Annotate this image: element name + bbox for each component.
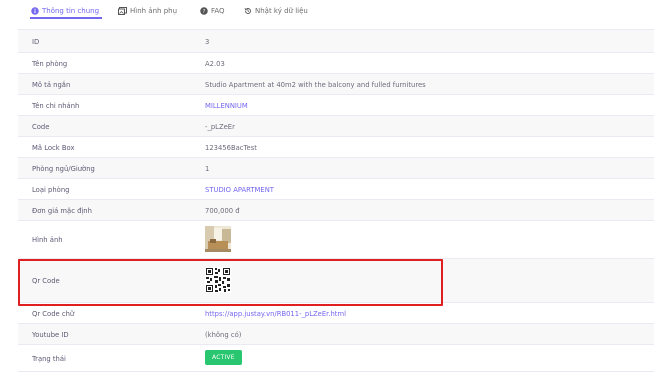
table-row-price: Đơn giá mặc định 700,000 đ	[18, 200, 654, 221]
room-detail-table: ID 3 Tên phòng A2.03 Mô tả ngắn Studio A…	[18, 29, 654, 372]
row-value: -_pLZeEr	[205, 123, 235, 131]
table-row-status: Trạng thái ACTIVE	[18, 345, 654, 372]
row-label: Tên phòng	[32, 60, 68, 68]
row-value: 1	[205, 165, 210, 173]
table-row-id: ID 3	[18, 30, 654, 53]
row-value: 3	[205, 38, 210, 46]
row-label: Qr Code chữ	[32, 310, 75, 318]
row-label: Hình ảnh	[32, 236, 63, 244]
svg-text:?: ?	[203, 9, 206, 15]
tab-sub-images[interactable]: Hình ảnh phụ	[118, 4, 177, 18]
table-row-image: Hình ảnh	[18, 221, 654, 259]
table-row-youtube: Youtube ID (không có)	[18, 324, 654, 345]
tab-general-info[interactable]: Thông tin chung	[31, 4, 99, 18]
qr-code-image[interactable]	[205, 267, 231, 293]
row-value: 700,000 đ	[205, 207, 240, 215]
branch-link[interactable]: MILLENNIUM	[205, 102, 248, 110]
tab-data-log[interactable]: Nhật ký dữ liệu	[244, 4, 308, 18]
row-label: ID	[32, 38, 40, 46]
row-label: Mô tả ngắn	[32, 81, 71, 89]
tab-faq[interactable]: ? FAQ	[200, 4, 225, 18]
table-row-qr-code: Qr Code	[18, 259, 654, 303]
row-label: Tên chi nhánh	[32, 102, 80, 110]
row-value: (không có)	[205, 331, 242, 339]
row-value: 123456BacTest	[205, 144, 257, 152]
row-label: Mã Lock Box	[32, 144, 75, 152]
info-circle-icon	[31, 7, 39, 15]
room-type-link[interactable]: STUDIO APARTMENT	[205, 186, 274, 194]
row-label: Đơn giá mặc định	[32, 207, 92, 215]
row-label: Qr Code	[32, 277, 60, 285]
table-row-room-name: Tên phòng A2.03	[18, 53, 654, 74]
table-row-lockbox: Mã Lock Box 123456BacTest	[18, 137, 654, 158]
row-label: Phòng ngủ/Giường	[32, 165, 95, 173]
table-row-qr-text: Qr Code chữ https://app.justay.vn/RB011-…	[18, 303, 654, 324]
table-row-beds: Phòng ngủ/Giường 1	[18, 158, 654, 179]
table-row-branch: Tên chi nhánh MILLENNIUM	[18, 95, 654, 116]
room-thumbnail-image[interactable]	[205, 226, 231, 252]
row-label: Loại phòng	[32, 186, 70, 194]
row-label: Code	[32, 123, 50, 131]
history-icon	[244, 7, 252, 15]
table-row-room-type: Loại phòng STUDIO APARTMENT	[18, 179, 654, 200]
row-label: Trạng thái	[32, 355, 66, 363]
row-value: Studio Apartment at 40m2 with the balcon…	[205, 81, 426, 89]
table-row-code: Code -_pLZeEr	[18, 116, 654, 137]
tab-label: Hình ảnh phụ	[130, 7, 178, 15]
table-row-short-desc: Mô tả ngắn Studio Apartment at 40m2 with…	[18, 74, 654, 95]
status-badge: ACTIVE	[205, 350, 242, 365]
detail-tabs: Thông tin chung Hình ảnh phụ ? FAQ Nhật …	[0, 0, 665, 22]
tab-label: FAQ	[211, 7, 225, 15]
row-value: A2.03	[205, 60, 225, 68]
row-label: Youtube ID	[32, 331, 69, 339]
tab-label: Thông tin chung	[42, 7, 100, 15]
qr-code-link[interactable]: https://app.justay.vn/RB011-_pLZeEr.html	[205, 310, 346, 318]
help-circle-icon: ?	[200, 7, 208, 15]
tab-label: Nhật ký dữ liệu	[255, 7, 308, 15]
image-icon	[118, 7, 127, 15]
active-tab-indicator	[30, 17, 102, 19]
